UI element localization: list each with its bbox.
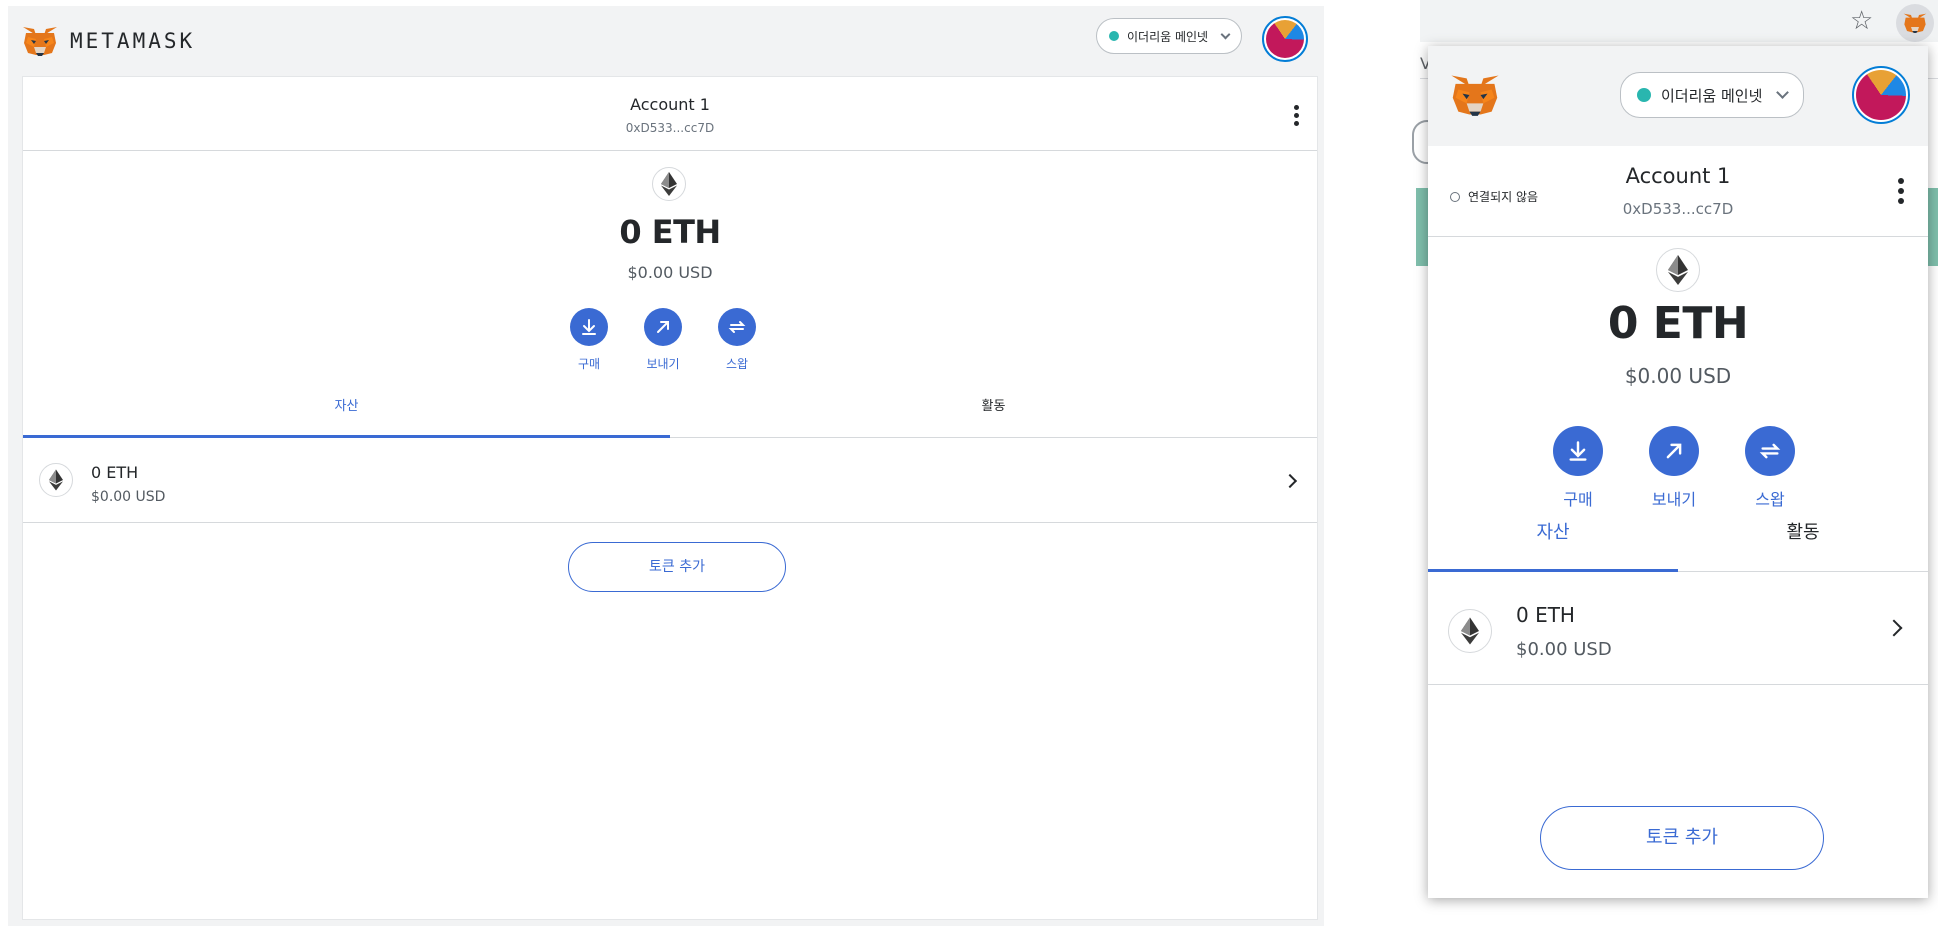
metamask-fox-icon[interactable] [1450,72,1500,118]
account-header: Account 1 0xD533...cc7D [23,77,1317,151]
tab-activity[interactable]: 활동 [1678,508,1928,571]
metamask-fox-icon [1903,13,1927,33]
send-label: 보내기 [1651,490,1697,509]
account-options-kebab-icon[interactable] [1294,105,1299,126]
network-selector[interactable]: 이더리움 메인넷 [1620,72,1805,118]
wallet-tabs: 자산 활동 [23,390,1317,438]
asset-fiat: $0.00 USD [1516,639,1612,660]
app-header: METAMASK 이더리움 메인넷 [8,6,1324,76]
swap-icon [1745,426,1795,476]
network-selector[interactable]: 이더리움 메인넷 [1096,18,1243,54]
ethereum-icon [1656,248,1700,292]
metamask-extension-button[interactable] [1896,4,1934,42]
swap-button[interactable]: 스왑 [718,308,756,372]
account-avatar[interactable] [1262,16,1308,62]
tab-assets[interactable]: 자산 [23,390,670,438]
asset-list-item[interactable]: 0 ETH $0.00 USD [1428,573,1928,685]
asset-fiat: $0.00 USD [91,489,166,505]
swap-button[interactable]: 스왑 [1745,426,1795,510]
account-address[interactable]: 0xD533...cc7D [1428,200,1928,218]
page-fragment-banner [1416,188,1428,266]
chevron-right-icon [1282,473,1298,489]
action-buttons: 구매 보내기 스왑 [1553,426,1795,510]
star-icon[interactable]: ☆ [1850,6,1873,36]
buy-label: 구매 [1563,490,1593,509]
asset-list-item[interactable]: 0 ETH $0.00 USD [23,439,1317,523]
divider [1428,236,1928,237]
wallet-card: Account 1 0xD533...cc7D 0 ETH $0.00 USD … [22,76,1318,920]
ethereum-icon [652,167,686,201]
tab-activity[interactable]: 활동 [670,390,1317,437]
account-name[interactable]: Account 1 [1428,164,1928,188]
network-status-dot [1109,31,1119,41]
balance-fiat: $0.00 USD [1624,364,1732,388]
asset-amount: 0 ETH [91,463,139,482]
chevron-down-icon [1776,86,1790,99]
balance-fiat: $0.00 USD [627,263,713,282]
send-button[interactable]: 보내기 [1649,426,1699,510]
brand[interactable]: METAMASK [22,25,195,57]
asset-amount: 0 ETH [1516,603,1575,627]
send-label: 보내기 [646,357,680,371]
account-avatar[interactable] [1852,66,1910,124]
extension-popup: 이더리움 메인넷 연결되지 않음 Account 1 0xD533...cc7D… [1428,46,1928,898]
network-label: 이더리움 메인넷 [1661,86,1763,105]
popup-header: 이더리움 메인넷 [1428,46,1928,146]
account-address[interactable]: 0xD533...cc7D [23,121,1317,135]
chevron-down-icon [1220,29,1231,39]
swap-icon [718,308,756,346]
chevron-right-icon [1885,619,1903,637]
download-icon [1553,426,1603,476]
swap-label: 스왑 [1755,490,1785,509]
network-label: 이더리움 메인넷 [1127,29,1209,44]
action-buttons: 구매 보내기 스왑 [570,308,756,372]
buy-label: 구매 [577,357,601,371]
send-button[interactable]: 보내기 [644,308,682,372]
ethereum-icon [1448,609,1492,653]
metamask-fox-icon [23,27,57,56]
buy-button[interactable]: 구매 [1553,426,1603,510]
arrow-up-right-icon [644,308,682,346]
tab-assets[interactable]: 자산 [1428,508,1678,572]
network-status-dot [1637,88,1651,102]
ethereum-icon [39,463,73,497]
brand-wordmark: METAMASK [70,29,196,53]
wallet-tabs: 자산 활동 [1428,508,1928,572]
add-token-button[interactable]: 토큰 추가 [1540,806,1824,870]
swap-label: 스왑 [725,357,749,371]
account-name[interactable]: Account 1 [23,95,1317,114]
balance-amount: 0 ETH [1607,298,1749,349]
arrow-up-right-icon [1649,426,1699,476]
add-token-button[interactable]: 토큰 추가 [568,542,786,592]
account-options-kebab-icon[interactable] [1898,178,1904,204]
buy-button[interactable]: 구매 [570,308,608,372]
download-icon [570,308,608,346]
balance-amount: 0 ETH [619,213,721,251]
fullscreen-wallet: METAMASK 이더리움 메인넷 Account 1 0xD533...cc7… [8,6,1324,926]
